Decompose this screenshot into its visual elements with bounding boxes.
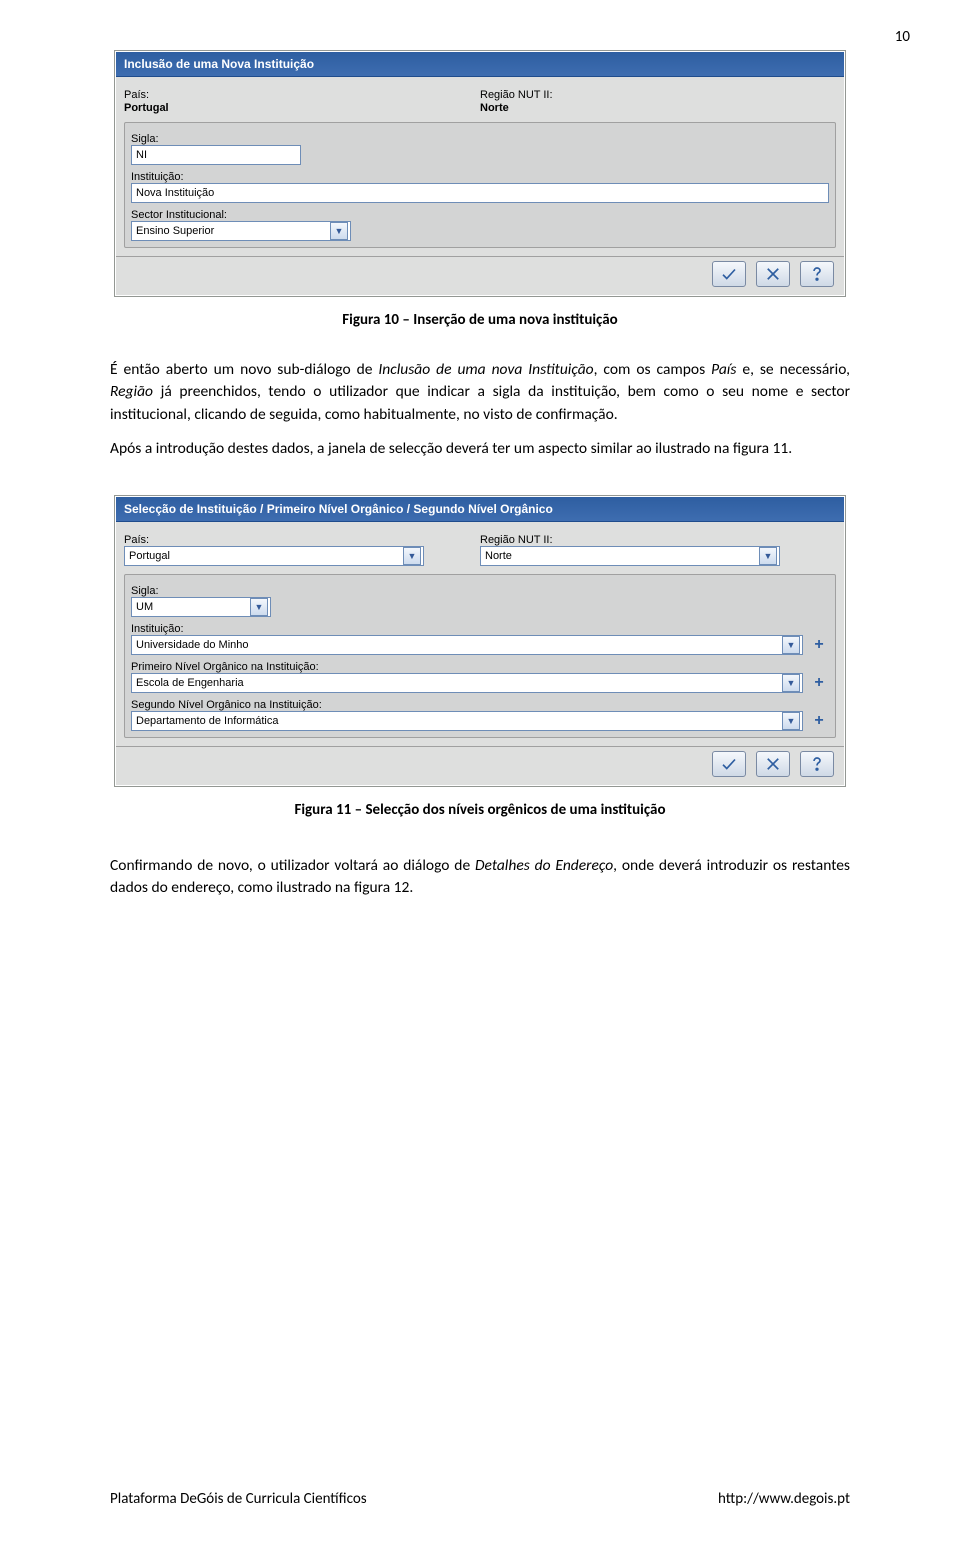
page-number: 10 <box>895 28 910 46</box>
cancel-button[interactable] <box>756 261 790 287</box>
add-instituicao-button[interactable]: + <box>809 635 829 655</box>
nivel1-label: Primeiro Nível Orgânico na Instituição: <box>131 661 829 673</box>
question-icon <box>808 265 826 283</box>
paragraph-2: Após a introdução destes dados, a janela… <box>110 438 850 460</box>
regiao-label: Região NUT II: <box>480 534 836 546</box>
chevron-down-icon[interactable]: ▼ <box>403 547 421 565</box>
dialog-title: Inclusão de uma Nova Instituição <box>116 52 844 77</box>
close-icon <box>764 755 782 773</box>
chevron-down-icon[interactable]: ▼ <box>250 598 268 616</box>
question-icon <box>808 755 826 773</box>
dialog-footer <box>116 746 844 785</box>
paragraph-3: Confirmando de novo, o utilizador voltar… <box>110 855 850 900</box>
document-page: 10 Inclusão de uma Nova Instituição País… <box>0 0 960 1544</box>
check-icon <box>720 265 738 283</box>
figure-caption-10: Figura 10 – Inserção de uma nova institu… <box>110 311 850 329</box>
sigla-input[interactable]: NI <box>131 145 301 165</box>
sector-label: Sector Institucional: <box>131 209 829 221</box>
chevron-down-icon[interactable]: ▼ <box>782 712 800 730</box>
sigla-select[interactable]: UM ▼ <box>131 597 271 617</box>
chevron-down-icon[interactable]: ▼ <box>782 636 800 654</box>
pais-label: País: <box>124 89 480 101</box>
chevron-down-icon[interactable]: ▼ <box>759 547 777 565</box>
fields-block: Sigla: UM ▼ Instituição: Universidade do… <box>124 574 836 738</box>
nivel2-select[interactable]: Departamento de Informática ▼ <box>131 711 803 731</box>
pais-value: Portugal <box>124 102 480 114</box>
help-button[interactable] <box>800 751 834 777</box>
dialog-nova-instituicao: Inclusão de uma Nova Instituição País: P… <box>114 50 846 297</box>
instituicao-label: Instituição: <box>131 171 829 183</box>
regiao-select[interactable]: Norte ▼ <box>480 546 780 566</box>
check-icon <box>720 755 738 773</box>
footer-left: Plataforma DeGóis de Curricula Científic… <box>110 1490 367 1508</box>
pais-label: País: <box>124 534 480 546</box>
instituicao-label: Instituição: <box>131 623 829 635</box>
nivel2-label: Segundo Nível Orgânico na Instituição: <box>131 699 829 711</box>
cancel-button[interactable] <box>756 751 790 777</box>
nivel1-select[interactable]: Escola de Engenharia ▼ <box>131 673 803 693</box>
chevron-down-icon[interactable]: ▼ <box>782 674 800 692</box>
figure-caption-11: Figura 11 – Selecção dos níveis orgênico… <box>110 801 850 819</box>
add-nivel1-button[interactable]: + <box>809 673 829 693</box>
sigla-label: Sigla: <box>131 133 829 145</box>
sector-select[interactable]: Ensino Superior ▼ <box>131 221 351 241</box>
pais-select[interactable]: Portugal ▼ <box>124 546 424 566</box>
dialog-seleccao-instituicao: Selecção de Instituição / Primeiro Nível… <box>114 495 846 787</box>
instituicao-input[interactable]: Nova Instituição <box>131 183 829 203</box>
help-button[interactable] <box>800 261 834 287</box>
add-nivel2-button[interactable]: + <box>809 711 829 731</box>
footer-right: http://www.degois.pt <box>718 1490 850 1508</box>
confirm-button[interactable] <box>712 751 746 777</box>
close-icon <box>764 265 782 283</box>
dialog-footer <box>116 256 844 295</box>
paragraph-1: É então aberto um novo sub-diálogo de In… <box>110 359 850 426</box>
page-footer: Plataforma DeGóis de Curricula Científic… <box>110 1490 850 1508</box>
instituicao-select[interactable]: Universidade do Minho ▼ <box>131 635 803 655</box>
regiao-label: Região NUT II: <box>480 89 836 101</box>
fields-block: Sigla: NI Instituição: Nova Instituição … <box>124 122 836 248</box>
confirm-button[interactable] <box>712 261 746 287</box>
chevron-down-icon[interactable]: ▼ <box>330 222 348 240</box>
sigla-label: Sigla: <box>131 585 829 597</box>
regiao-value: Norte <box>480 102 836 114</box>
dialog-title: Selecção de Instituição / Primeiro Nível… <box>116 497 844 522</box>
